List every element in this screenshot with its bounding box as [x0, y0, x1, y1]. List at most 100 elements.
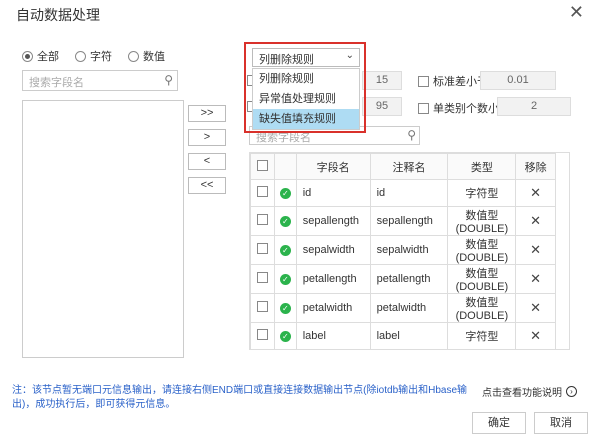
select-all-checkbox[interactable]	[256, 159, 268, 171]
remove-icon[interactable]: ✕	[530, 242, 541, 257]
row-checkbox[interactable]	[256, 272, 268, 283]
search-placeholder: 搜索字段名	[256, 132, 311, 144]
left-search-input[interactable]: 搜索字段名 ⚲	[22, 70, 178, 91]
field-type: 数值型(DOUBLE)	[447, 235, 517, 265]
radio-label: 全部	[37, 51, 59, 63]
search-icon[interactable]: ⚲	[407, 128, 416, 142]
row-select-cell	[250, 206, 275, 236]
field-type: 字符型	[447, 179, 517, 207]
radio-label: 数值	[143, 51, 165, 63]
selected-fields-table: 字段名 注释名 类型 移除 ✓ id id 字符型 ✕ ✓ sepallengt…	[249, 152, 570, 350]
auto-data-processing-dialog: 自动数据处理 ✕ 全部 字符 数值 搜索字段名 ⚲ >> > < << 15 标…	[0, 0, 600, 445]
remove-icon[interactable]: ✕	[530, 300, 541, 315]
close-icon[interactable]: ✕	[569, 2, 584, 23]
search-placeholder: 搜索字段名	[29, 77, 84, 89]
menu-item-outlier[interactable]: 异常值处理规则	[253, 89, 359, 109]
field-type: 字符型	[447, 322, 517, 350]
row-select-cell	[250, 293, 275, 323]
field-name: sepalwidth	[295, 235, 371, 265]
select-all-cell	[250, 153, 275, 180]
table-row[interactable]: ✓ sepalwidth sepalwidth 数值型(DOUBLE) ✕	[250, 235, 556, 265]
row-checkbox[interactable]	[256, 243, 268, 254]
option-value-1[interactable]: 15	[362, 71, 402, 90]
single-class-checkbox[interactable]	[418, 102, 429, 114]
row-select-cell	[250, 235, 275, 265]
status-col-header	[273, 153, 297, 180]
chevron-down-icon: ⌄	[345, 50, 354, 61]
field-comment: petalwidth	[369, 293, 449, 323]
row-select-cell	[250, 322, 275, 350]
std-checkbox[interactable]	[418, 75, 429, 87]
chevron-right-icon: ›	[566, 386, 577, 397]
dialog-title: 自动数据处理	[16, 7, 100, 23]
option-value-2[interactable]: 95	[362, 97, 402, 116]
menu-item-missing-fill[interactable]: 缺失值填充规则	[253, 109, 359, 129]
field-comment: label	[369, 322, 449, 350]
table-row[interactable]: ✓ label label 字符型 ✕	[250, 322, 556, 350]
remove-cell: ✕	[515, 322, 556, 350]
radio-all[interactable]: 全部	[22, 48, 59, 64]
check-circle-icon: ✓	[279, 331, 291, 342]
confirm-button[interactable]: 确定	[472, 412, 526, 434]
field-comment: id	[369, 179, 449, 207]
rules-select[interactable]: 列删除规则 ⌄	[252, 48, 360, 67]
radio-dot	[128, 50, 139, 62]
remove-icon[interactable]: ✕	[530, 328, 541, 343]
move-right-button[interactable]: >	[188, 129, 226, 146]
remove-icon[interactable]: ✕	[530, 213, 541, 228]
check-circle-icon: ✓	[279, 216, 291, 227]
rules-dropdown-highlight: 列删除规则 ⌄ 列删除规则 异常值处理规则 缺失值填充规则	[244, 42, 366, 133]
field-name: petalwidth	[295, 293, 371, 323]
remove-icon[interactable]: ✕	[530, 185, 541, 200]
row-checkbox[interactable]	[256, 301, 268, 312]
field-comment: sepalwidth	[369, 235, 449, 265]
field-type: 数值型(DOUBLE)	[447, 206, 517, 236]
field-name: id	[295, 179, 371, 207]
info-note: 注：该节点暂无端口元信息输出，请连接右侧END端口或直接连接数据输出节点(除io…	[12, 385, 468, 410]
field-name: sepallength	[295, 206, 371, 236]
field-type: 数值型(DOUBLE)	[447, 264, 517, 294]
help-link[interactable]: 点击查看功能说明 ›	[482, 384, 577, 399]
std-option: 标准差小于	[418, 73, 488, 89]
remove-cell: ✕	[515, 206, 556, 236]
single-class-value[interactable]: 2	[497, 97, 571, 116]
row-status-cell: ✓	[273, 264, 297, 294]
move-all-left-button[interactable]: <<	[188, 177, 226, 194]
row-status-cell: ✓	[273, 293, 297, 323]
search-icon[interactable]: ⚲	[164, 73, 173, 87]
table-row[interactable]: ✓ sepallength sepallength 数值型(DOUBLE) ✕	[250, 206, 556, 236]
help-label: 点击查看功能说明	[482, 388, 562, 399]
remove-cell: ✕	[515, 293, 556, 323]
row-select-cell	[250, 179, 275, 207]
col-header-name: 字段名	[295, 153, 371, 180]
col-header-type: 类型	[447, 153, 517, 180]
remove-icon[interactable]: ✕	[530, 271, 541, 286]
check-circle-icon: ✓	[279, 245, 291, 256]
available-fields-list[interactable]	[22, 100, 184, 358]
rules-menu: 列删除规则 异常值处理规则 缺失值填充规则	[252, 68, 360, 130]
field-name: label	[295, 322, 371, 350]
row-status-cell: ✓	[273, 322, 297, 350]
move-left-button[interactable]: <	[188, 153, 226, 170]
table-row[interactable]: ✓ petalwidth petalwidth 数值型(DOUBLE) ✕	[250, 293, 556, 323]
radio-label: 字符	[90, 51, 112, 63]
row-select-cell	[250, 264, 275, 294]
move-all-right-button[interactable]: >>	[188, 105, 226, 122]
radio-numeric[interactable]: 数值	[128, 48, 165, 64]
row-checkbox[interactable]	[256, 214, 268, 225]
radio-string[interactable]: 字符	[75, 48, 112, 64]
col-header-remove: 移除	[515, 153, 556, 180]
check-circle-icon: ✓	[279, 188, 291, 199]
row-checkbox[interactable]	[256, 329, 268, 340]
check-circle-icon: ✓	[279, 274, 291, 285]
table-row[interactable]: ✓ id id 字符型 ✕	[250, 179, 556, 207]
check-circle-icon: ✓	[279, 303, 291, 314]
row-status-cell: ✓	[273, 179, 297, 207]
std-value[interactable]: 0.01	[480, 71, 556, 90]
table-row[interactable]: ✓ petallength petallength 数值型(DOUBLE) ✕	[250, 264, 556, 294]
row-checkbox[interactable]	[256, 186, 268, 197]
row-status-cell: ✓	[273, 235, 297, 265]
row-status-cell: ✓	[273, 206, 297, 236]
cancel-button[interactable]: 取消	[534, 412, 588, 434]
menu-item-column-delete[interactable]: 列删除规则	[253, 69, 359, 89]
